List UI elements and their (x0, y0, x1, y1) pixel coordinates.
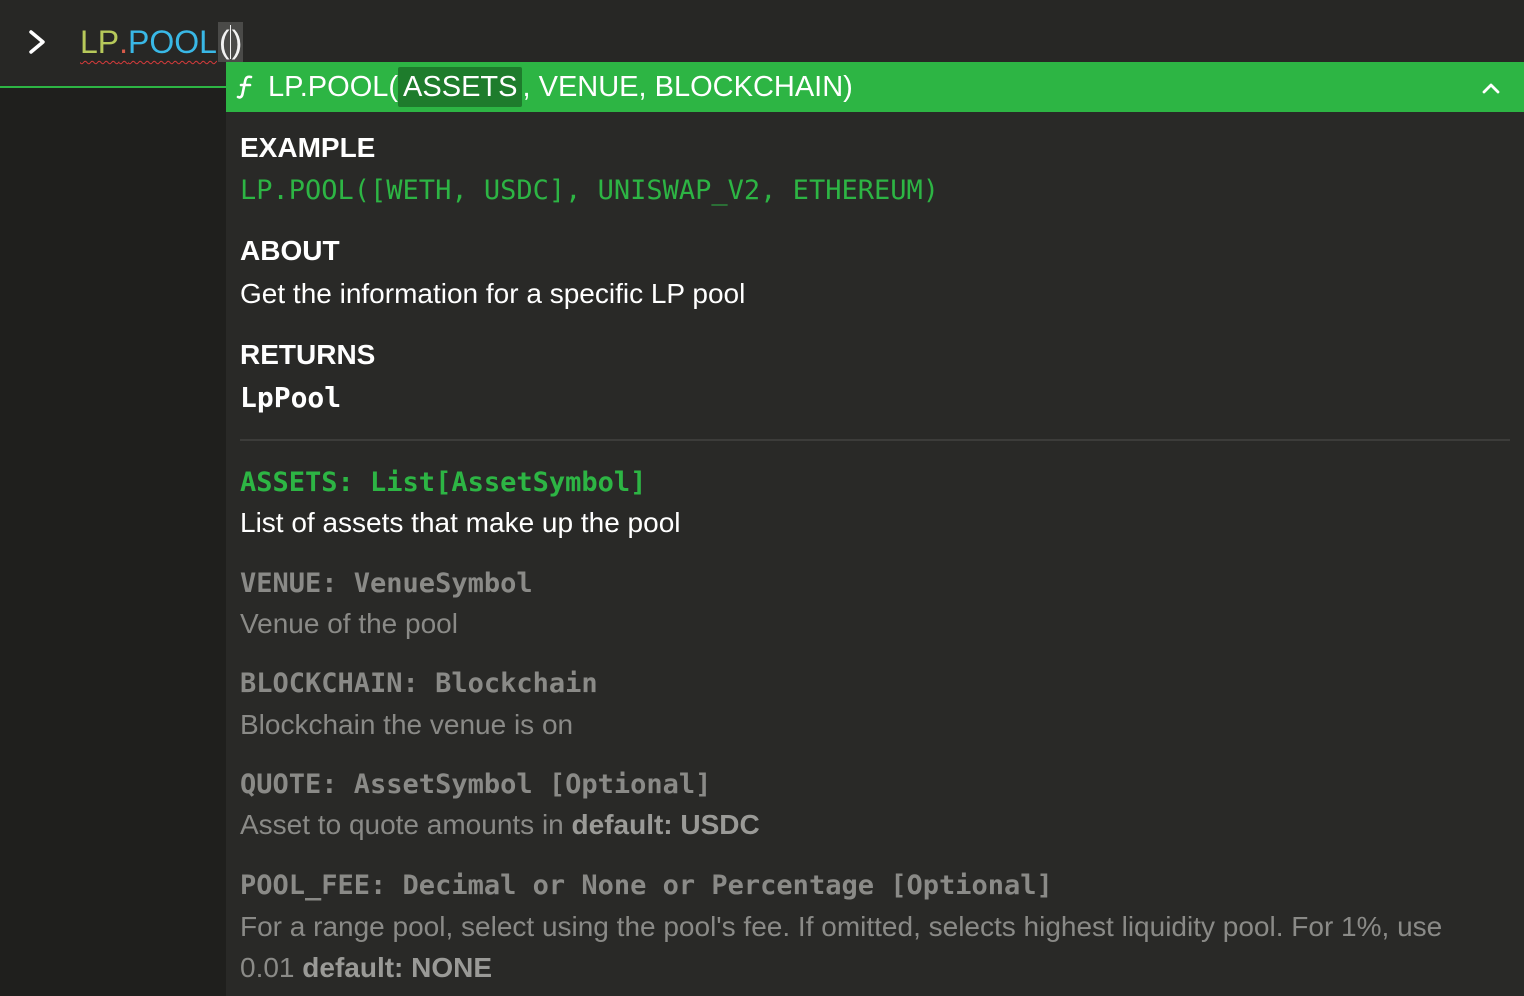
param-pool-fee-signature: POOL_FEE: Decimal or None or Percentage … (240, 870, 1053, 901)
param-quote-signature: QUOTE: AssetSymbol [Optional] (240, 769, 712, 800)
param-assets-signature: ASSETS: List[AssetSymbol] (240, 467, 647, 498)
param-blockchain-description: Blockchain the venue is on (240, 709, 574, 740)
formula-input[interactable]: LP. POOL() (80, 22, 244, 62)
signature-active-param: ASSETS (398, 67, 523, 107)
param-quote-description: Asset to quote amounts in default: USDC (240, 809, 760, 841)
example-heading: EXAMPLE (240, 132, 376, 163)
section-divider (240, 439, 1510, 441)
signature-prefix: LP.POOL( (268, 71, 399, 103)
param-assets-description: List of assets that make up the pool (240, 507, 681, 538)
param-quote-text: Asset to quote amounts in (240, 809, 572, 840)
function-icon (236, 75, 253, 99)
returns-type: LpPool (240, 381, 342, 414)
about-text: Get the information for a specific LP po… (240, 278, 746, 309)
formula-app: LP. POOL() LP.POOL(ASSETS, VENUE, BLOCKCH… (0, 0, 1524, 996)
function-help-popup: LP.POOL(ASSETS, VENUE, BLOCKCHAIN) EXAMP… (226, 62, 1524, 996)
formula-function-name: POOL (128, 24, 217, 60)
param-blockchain-signature: BLOCKCHAIN: Blockchain (240, 668, 598, 699)
signature-rest: , VENUE, BLOCKCHAIN) (522, 71, 853, 103)
formula-dot: . (119, 24, 129, 60)
returns-heading: RETURNS (240, 339, 376, 370)
example-code: LP.POOL([WETH, USDC], UNISWAP_V2, ETHERE… (240, 175, 939, 206)
param-venue-description: Venue of the pool (240, 608, 458, 639)
input-focus-underline (0, 86, 226, 88)
about-heading: ABOUT (240, 235, 340, 266)
formula-namespace: LP (80, 24, 120, 60)
chevron-up-icon[interactable] (1476, 75, 1506, 101)
function-signature: LP.POOL(ASSETS, VENUE, BLOCKCHAIN) (268, 62, 853, 112)
formula-close-paren: ) (230, 22, 244, 62)
param-venue-signature: VENUE: VenueSymbol (240, 568, 533, 599)
chevron-right-icon (29, 30, 45, 54)
param-pool-fee-default: default: NONE (302, 952, 493, 983)
param-pool-fee-description: For a range pool, select using the pool'… (240, 906, 1500, 988)
param-quote-default: default: USDC (571, 809, 760, 840)
signature-bar: LP.POOL(ASSETS, VENUE, BLOCKCHAIN) (226, 62, 1524, 112)
